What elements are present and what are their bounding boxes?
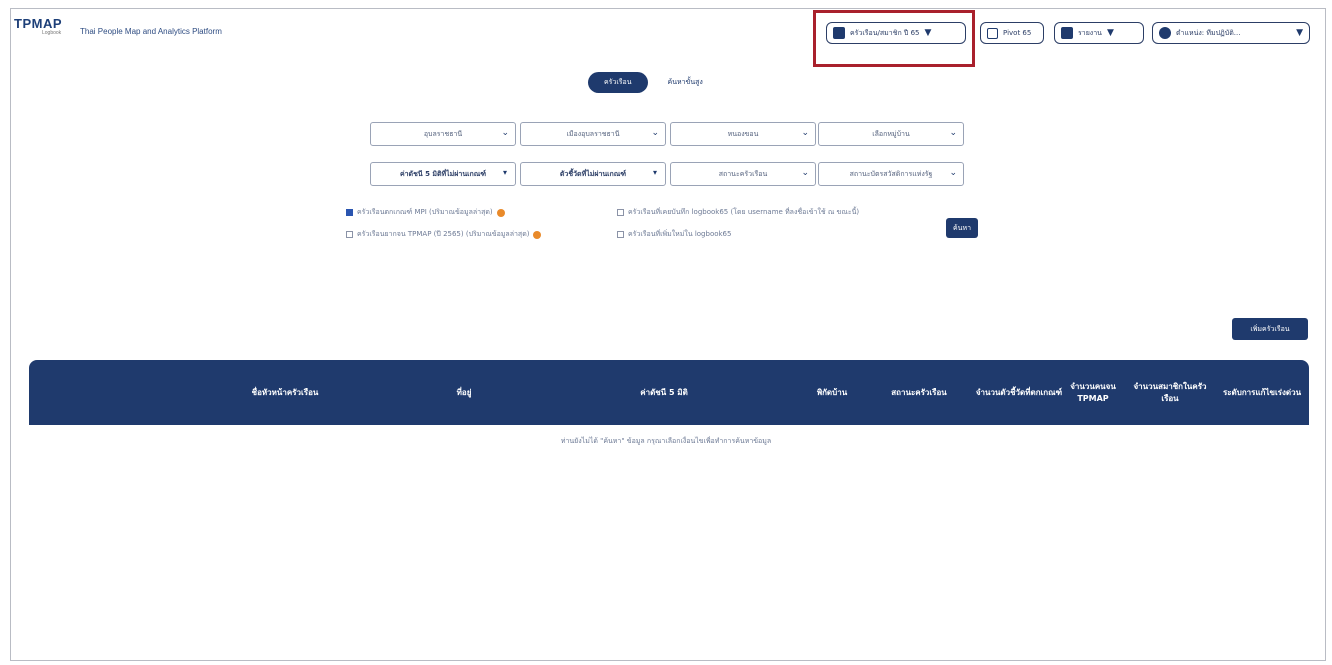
calendar-icon bbox=[987, 27, 998, 39]
checkbox-new-label: ครัวเรือนที่เพิ่มใหม่ใน logbook65 bbox=[628, 230, 732, 238]
checkbox-logbook-new[interactable]: ครัวเรือนที่เพิ่มใหม่ใน logbook65 bbox=[617, 229, 731, 240]
welfare-card-value: สถานะบัตรสวัสดิการแห่งรัฐ bbox=[849, 169, 933, 178]
user-label: ตำแหน่ง: ทีมปฏิบัติ... bbox=[1176, 28, 1241, 37]
checkbox-checked-icon bbox=[346, 209, 353, 216]
tab-bar: ครัวเรือน ค้นหาขั้นสูง bbox=[588, 72, 705, 93]
caret-down-icon: ▼ bbox=[1296, 28, 1303, 38]
checkbox-mpi-fail[interactable]: ครัวเรือนตกเกณฑ์ MPI (ปริมาณข้อมูลล่าสุด… bbox=[346, 207, 505, 218]
chevron-down-icon: ⌄ bbox=[801, 128, 809, 138]
col-household-status[interactable]: สถานะครัวเรือน bbox=[869, 360, 969, 425]
province-value: อุบลราชธานี bbox=[423, 129, 463, 138]
chevron-down-icon: ⌄ bbox=[501, 128, 509, 138]
checkbox-mpi-label: ครัวเรือนตกเกณฑ์ MPI (ปริมาณข้อมูลล่าสุด… bbox=[357, 208, 493, 216]
app-frame bbox=[10, 8, 1326, 661]
chevron-down-icon: ⌄ bbox=[651, 128, 659, 138]
app-subtitle: Thai People Map and Analytics Platform bbox=[80, 27, 222, 36]
user-icon bbox=[1159, 27, 1171, 39]
subdistrict-value: หนองขอน bbox=[727, 129, 759, 138]
col-urgency-level[interactable]: ระดับการแก้ไขเร่งด่วน bbox=[1219, 360, 1305, 425]
province-select[interactable]: อุบลราชธานี ⌄ bbox=[370, 122, 516, 146]
info-warning-icon[interactable] bbox=[496, 208, 505, 217]
district-value: เมืองอุบลราชธานี bbox=[566, 129, 620, 138]
household-status-select[interactable]: สถานะครัวเรือน ⌄ bbox=[670, 162, 816, 186]
pivot-button[interactable]: Pivot 65 bbox=[980, 22, 1044, 44]
household-year-dropdown[interactable]: ครัวเรือน/สมาชิก ปี 65 ▼ bbox=[826, 22, 966, 44]
indicator-value: ตัวชี้วัดที่ไม่ผ่านเกณฑ์ bbox=[559, 169, 627, 178]
col-tpmap-poor-count[interactable]: จำนวนคนจน TPMAP bbox=[1067, 360, 1119, 425]
user-dropdown[interactable]: ตำแหน่ง: ทีมปฏิบัติ... ▼ bbox=[1152, 22, 1310, 44]
district-select[interactable]: เมืองอุบลราชธานี ⌄ bbox=[520, 122, 666, 146]
subdistrict-select[interactable]: หนองขอน ⌄ bbox=[670, 122, 816, 146]
checkbox-tpmap-poor[interactable]: ครัวเรือนยากจน TPMAP (ปี 2565) (ปริมาณข้… bbox=[346, 229, 542, 240]
tpmap-logo[interactable]: TPMAP bbox=[14, 16, 62, 31]
household-icon bbox=[833, 27, 845, 39]
checkbox-tpmap-label: ครัวเรือนยากจน TPMAP (ปี 2565) (ปริมาณข้… bbox=[357, 230, 530, 238]
col-coordinates[interactable]: พิกัดบ้าน bbox=[797, 360, 867, 425]
report-icon bbox=[1061, 27, 1073, 39]
mpi-dimension-value: ค่าดัชนี 5 มิติที่ไม่ผ่านเกณฑ์ bbox=[399, 169, 487, 178]
chevron-down-icon: ⌄ bbox=[801, 168, 809, 178]
checkbox-logbook-recorded[interactable]: ครัวเรือนที่เคยบันทึก logbook65 (โดย use… bbox=[617, 207, 859, 218]
col-member-count[interactable]: จำนวนสมาชิกในครัวเรือน bbox=[1125, 360, 1215, 425]
chevron-down-icon: ⌄ bbox=[949, 128, 957, 138]
empty-table-message: ท่านยังไม่ได้ "ค้นหา" ข้อมูล กรุณาเลือกเ… bbox=[560, 437, 772, 445]
mpi-dimension-select[interactable]: ค่าดัชนี 5 มิติที่ไม่ผ่านเกณฑ์ ▾ bbox=[370, 162, 516, 186]
tab-household[interactable]: ครัวเรือน bbox=[588, 72, 648, 93]
caret-icon: ▾ bbox=[652, 168, 657, 177]
add-household-button[interactable]: เพิ่มครัวเรือน bbox=[1232, 318, 1308, 340]
checkbox-icon bbox=[617, 209, 624, 216]
table-header: ชื่อหัวหน้าครัวเรือน ที่อยู่ ค่าดัชนี 5 … bbox=[29, 360, 1309, 425]
checkbox-icon bbox=[346, 231, 353, 238]
indicator-select[interactable]: ตัวชี้วัดที่ไม่ผ่านเกณฑ์ ▾ bbox=[520, 162, 666, 186]
caret-down-icon: ▼ bbox=[1106, 28, 1114, 38]
col-address[interactable]: ที่อยู่ bbox=[429, 360, 499, 425]
report-dropdown[interactable]: รายงาน ▼ bbox=[1054, 22, 1144, 44]
col-head-name[interactable]: ชื่อหัวหน้าครัวเรือน bbox=[215, 360, 355, 425]
col-failed-indicators[interactable]: จำนวนตัวชี้วัดที่ตกเกณฑ์ bbox=[975, 360, 1063, 425]
village-value: เลือกหมู่บ้าน bbox=[872, 129, 910, 138]
col-mpi-index[interactable]: ค่าดัชนี 5 มิติ bbox=[609, 360, 719, 425]
caret-icon: ▾ bbox=[502, 168, 507, 177]
tab-advanced-search[interactable]: ค้นหาขั้นสูง bbox=[666, 72, 705, 93]
chevron-down-icon: ⌄ bbox=[949, 168, 957, 178]
checkbox-logbook-label: ครัวเรือนที่เคยบันทึก logbook65 (โดย use… bbox=[628, 208, 860, 216]
welfare-card-select[interactable]: สถานะบัตรสวัสดิการแห่งรัฐ ⌄ bbox=[818, 162, 964, 186]
logo-subtext: Logbook bbox=[42, 30, 62, 36]
pivot-label: Pivot 65 bbox=[1003, 29, 1032, 37]
checkbox-icon bbox=[617, 231, 624, 238]
household-status-value: สถานะครัวเรือน bbox=[718, 169, 768, 178]
info-warning-icon[interactable] bbox=[533, 230, 542, 239]
report-label: รายงาน bbox=[1078, 28, 1102, 37]
household-dropdown-label: ครัวเรือน/สมาชิก ปี 65 bbox=[850, 28, 920, 37]
village-select[interactable]: เลือกหมู่บ้าน ⌄ bbox=[818, 122, 964, 146]
caret-down-icon: ▼ bbox=[924, 28, 932, 38]
search-button[interactable]: ค้นหา bbox=[946, 218, 978, 238]
